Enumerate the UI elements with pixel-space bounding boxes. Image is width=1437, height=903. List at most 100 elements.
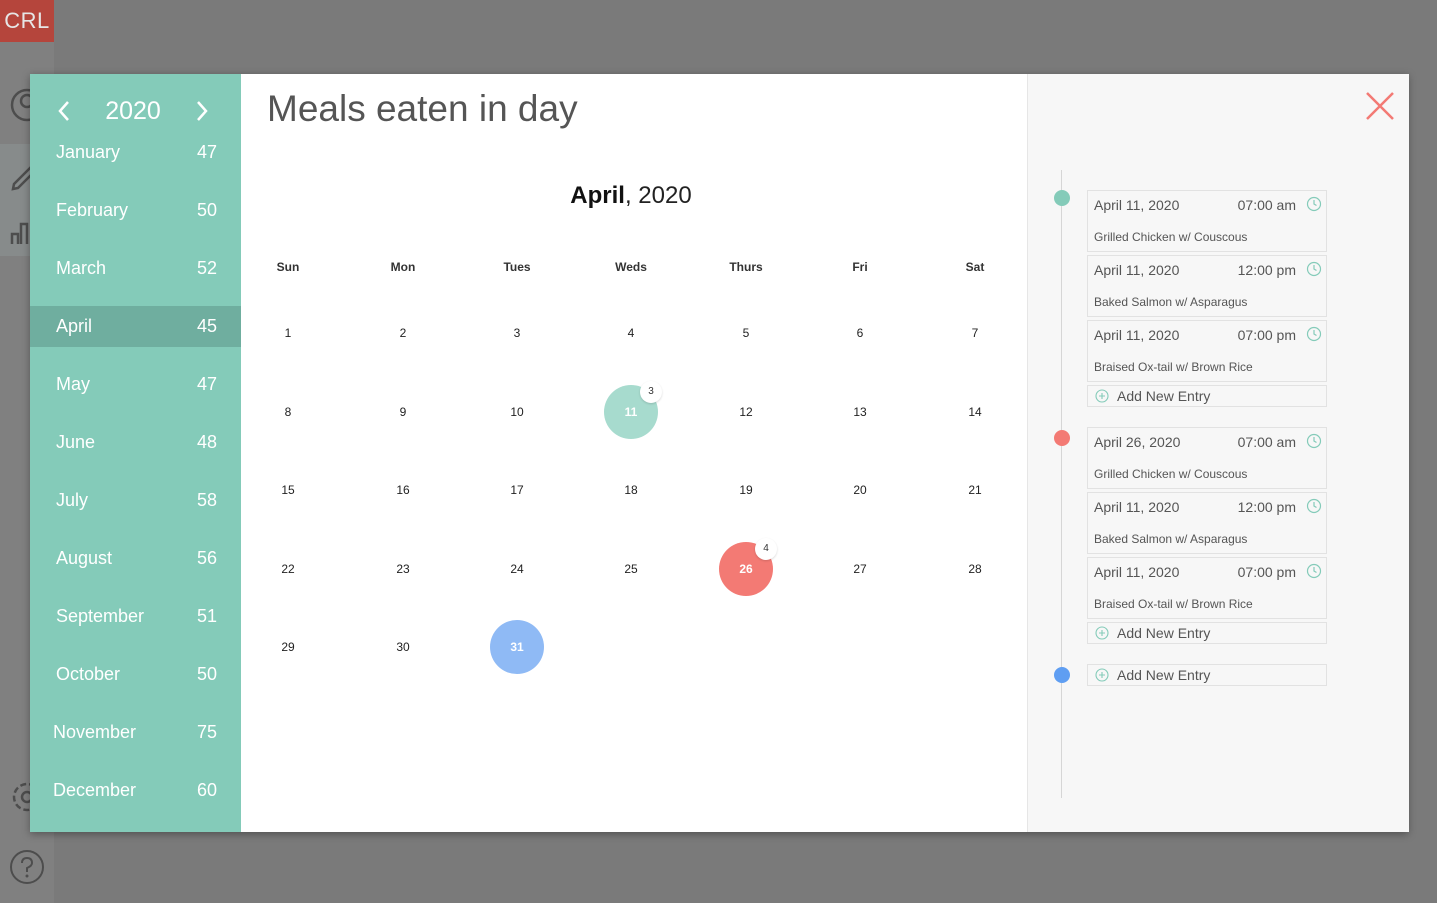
clock-icon xyxy=(1306,196,1322,212)
calendar-day[interactable]: 17 xyxy=(490,463,544,517)
page-title: Meals eaten in day xyxy=(267,88,578,129)
month-name: July xyxy=(56,490,89,510)
calendar-year: , 2020 xyxy=(624,182,692,209)
calendar-day[interactable]: 8 xyxy=(261,385,315,439)
calendar-day[interactable]: 15 xyxy=(261,463,315,517)
calendar-title: April, 2020 xyxy=(241,182,1021,210)
month-count: 45 xyxy=(196,316,217,336)
calendar-day[interactable]: 18 xyxy=(604,463,658,517)
month-count: 56 xyxy=(196,548,217,568)
month-item-january[interactable]: January 47 xyxy=(30,132,241,173)
add-new-entry-label: Add New Entry xyxy=(1117,388,1211,404)
month-item-october[interactable]: October 50 xyxy=(30,654,241,695)
calendar-day[interactable]: 31 xyxy=(490,620,544,674)
calendar-day[interactable]: 29 xyxy=(261,620,315,674)
calendar-day[interactable]: 23 xyxy=(376,542,430,596)
timeline-panel: April 11, 2020 07:00 am Grilled Chicken w/… xyxy=(1027,74,1409,832)
month-count: 52 xyxy=(196,258,217,278)
weekday-label: Sun xyxy=(276,260,300,274)
month-item-june[interactable]: June 48 xyxy=(30,422,241,463)
meal-entry[interactable]: April 11, 2020 07:00 pm Braised Ox-tail w/… xyxy=(1087,557,1327,619)
calendar-day[interactable]: 1 xyxy=(261,306,315,360)
month-count: 50 xyxy=(196,200,217,220)
weekday-label: Sat xyxy=(965,260,985,274)
month-item-may[interactable]: May 47 xyxy=(30,364,241,405)
clock-icon xyxy=(1306,498,1322,514)
month-list-panel: 2020 January 47 February 50 March 52 April 45 Ma… xyxy=(30,74,241,832)
month-name: June xyxy=(56,432,96,452)
calendar-day[interactable]: 14 xyxy=(948,385,1002,439)
month-count: 51 xyxy=(196,606,217,626)
help-icon[interactable] xyxy=(8,848,46,886)
month-name: October xyxy=(56,664,121,684)
timeline-dot xyxy=(1054,430,1070,446)
month-name: January xyxy=(56,142,121,162)
month-count: 48 xyxy=(196,432,217,452)
clock-icon xyxy=(1306,261,1322,277)
year-navigator: 2020 xyxy=(30,92,241,130)
chevron-right-icon[interactable] xyxy=(186,96,216,126)
month-item-march[interactable]: March 52 xyxy=(30,248,241,289)
timeline-dot xyxy=(1054,190,1070,206)
calendar-day[interactable]: 26 4 xyxy=(719,538,777,596)
meal-entry[interactable]: April 11, 2020 12:00 pm Baked Salmon w/ As… xyxy=(1087,255,1327,317)
calendar-day[interactable]: 3 xyxy=(490,306,544,360)
month-count: 47 xyxy=(196,142,217,162)
meal-entry[interactable]: April 11, 2020 07:00 am Grilled Chicken w/… xyxy=(1087,190,1327,252)
month-item-july[interactable]: July 58 xyxy=(30,480,241,521)
entry-time: 07:00 pm xyxy=(1237,327,1296,343)
weekday-label: Tues xyxy=(503,260,531,274)
entry-date: April 26, 2020 xyxy=(1094,434,1181,450)
month-item-february[interactable]: February 50 xyxy=(30,190,241,231)
calendar-day[interactable]: 7 xyxy=(948,306,1002,360)
month-item-august[interactable]: August 56 xyxy=(30,538,241,579)
calendar-day[interactable]: 25 xyxy=(604,542,658,596)
entry-meal: Baked Salmon w/ Asparagus xyxy=(1094,295,1248,309)
month-name: May xyxy=(56,374,91,394)
calendar-day[interactable]: 24 xyxy=(490,542,544,596)
month-item-september[interactable]: September 51 xyxy=(30,596,241,637)
meal-count-badge: 4 xyxy=(755,538,777,560)
add-new-entry-button[interactable]: Add New Entry xyxy=(1087,385,1327,407)
entry-time: 07:00 am xyxy=(1237,434,1296,450)
add-new-entry-button[interactable]: Add New Entry xyxy=(1087,622,1327,644)
month-count: 60 xyxy=(196,780,217,800)
month-item-december[interactable]: December 60 xyxy=(30,770,241,811)
calendar-day[interactable]: 4 xyxy=(604,306,658,360)
month-count: 58 xyxy=(196,490,217,510)
calendar-day[interactable]: 13 xyxy=(833,385,887,439)
meal-entry[interactable]: April 11, 2020 12:00 pm Baked Salmon w/ As… xyxy=(1087,492,1327,554)
month-item-november[interactable]: November 75 xyxy=(30,712,241,753)
calendar-day[interactable]: 6 xyxy=(833,306,887,360)
meal-entry[interactable]: April 11, 2020 07:00 pm Braised Ox-tail w/… xyxy=(1087,320,1327,382)
calendar-day[interactable]: 11 3 xyxy=(604,381,662,439)
calendar-day[interactable]: 27 xyxy=(833,542,887,596)
close-icon[interactable] xyxy=(1364,90,1396,122)
chevron-left-icon[interactable] xyxy=(50,96,80,126)
calendar-day[interactable]: 30 xyxy=(376,620,430,674)
month-item-april[interactable]: April 45 xyxy=(30,306,241,347)
calendar-day[interactable]: 9 xyxy=(376,385,430,439)
calendar-day[interactable]: 2 xyxy=(376,306,430,360)
calendar-month: April xyxy=(570,182,625,209)
calendar-day[interactable]: 20 xyxy=(833,463,887,517)
year-label: 2020 xyxy=(105,97,161,125)
timeline-dot xyxy=(1054,667,1070,683)
weekday-label: Thurs xyxy=(729,260,763,274)
calendar-day[interactable]: 22 xyxy=(261,542,315,596)
calendar-day[interactable]: 12 xyxy=(719,385,773,439)
calendar-day[interactable]: 19 xyxy=(719,463,773,517)
plus-circle-icon xyxy=(1095,626,1109,640)
plus-circle-icon xyxy=(1095,668,1109,682)
meal-entry[interactable]: April 26, 2020 07:00 am Grilled Chicken w/… xyxy=(1087,427,1327,489)
month-name: November xyxy=(53,722,137,742)
weekday-label: Mon xyxy=(390,260,416,274)
add-new-entry-button[interactable]: Add New Entry xyxy=(1087,664,1327,686)
calendar-day[interactable]: 10 xyxy=(490,385,544,439)
calendar-day[interactable]: 16 xyxy=(376,463,430,517)
calendar-day[interactable]: 21 xyxy=(948,463,1002,517)
calendar-day[interactable]: 28 xyxy=(948,542,1002,596)
calendar-day[interactable]: 5 xyxy=(719,306,773,360)
entry-date: April 11, 2020 xyxy=(1094,197,1180,213)
entry-date: April 11, 2020 xyxy=(1094,564,1180,580)
